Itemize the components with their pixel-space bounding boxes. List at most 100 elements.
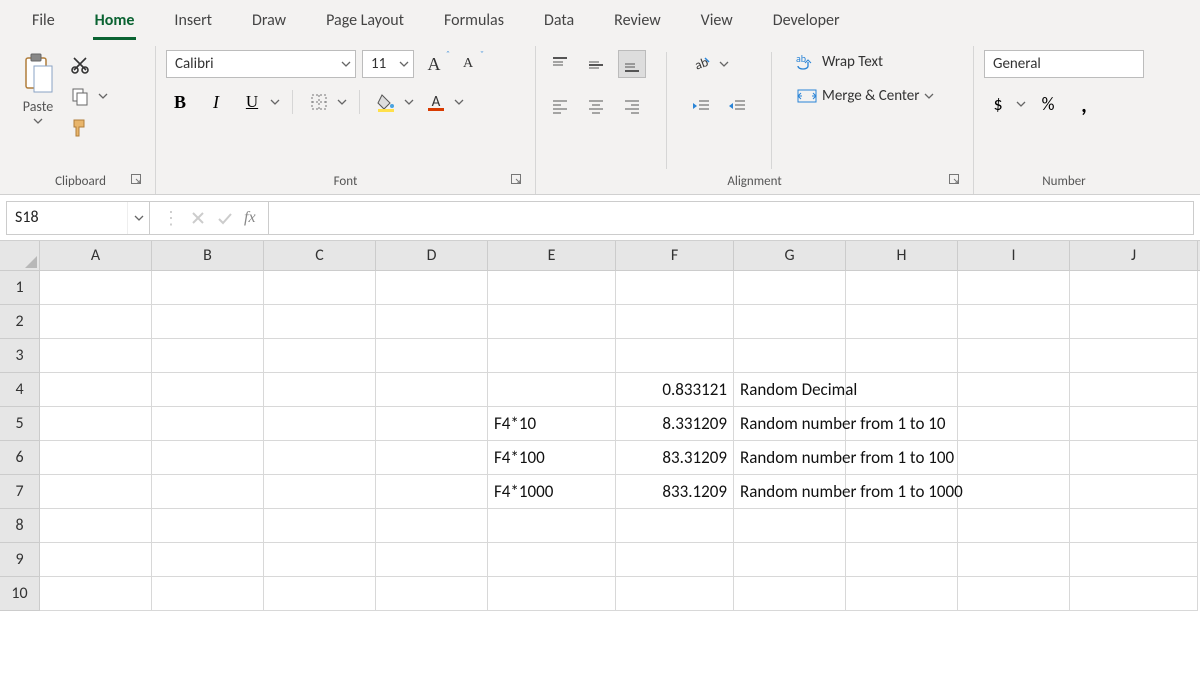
col-header-C[interactable]: C — [264, 241, 376, 270]
col-header-B[interactable]: B — [152, 241, 264, 270]
dialog-launcher-icon[interactable] — [949, 174, 963, 188]
align-top-button[interactable] — [546, 50, 574, 78]
cell-F6[interactable]: 83.31209 — [616, 441, 734, 475]
cell[interactable] — [488, 543, 616, 577]
underline-button[interactable]: U — [238, 88, 266, 116]
comma-format-button[interactable]: , — [1070, 90, 1098, 118]
cell-F7[interactable]: 833.1209 — [616, 475, 734, 509]
number-format-select[interactable]: General — [984, 50, 1144, 78]
cell[interactable] — [846, 373, 958, 407]
col-header-E[interactable]: E — [488, 241, 616, 270]
cell-E7[interactable]: F4*1000 — [488, 475, 616, 509]
cell[interactable] — [1070, 271, 1198, 305]
cell-G5[interactable]: Random number from 1 to 10 — [734, 407, 846, 441]
cell[interactable] — [958, 577, 1070, 611]
row-header-4[interactable]: 4 — [0, 373, 40, 407]
row-header-1[interactable]: 1 — [0, 271, 40, 305]
cell[interactable] — [152, 441, 264, 475]
dialog-launcher-icon[interactable] — [511, 174, 525, 188]
cell[interactable] — [958, 509, 1070, 543]
row-header-8[interactable]: 8 — [0, 509, 40, 543]
cell[interactable] — [264, 543, 376, 577]
cell[interactable] — [488, 509, 616, 543]
enter-icon[interactable] — [216, 210, 234, 226]
chevron-down-icon[interactable] — [454, 98, 464, 106]
tab-draw[interactable]: Draw — [232, 3, 306, 40]
increase-font-button[interactable]: Aˆ — [420, 50, 448, 78]
cell[interactable] — [40, 543, 152, 577]
tab-view[interactable]: View — [681, 3, 753, 40]
tab-page-layout[interactable]: Page Layout — [306, 3, 424, 40]
cell[interactable] — [616, 305, 734, 339]
col-header-A[interactable]: A — [40, 241, 152, 270]
cell[interactable] — [1070, 543, 1198, 577]
cell[interactable] — [488, 271, 616, 305]
cell[interactable] — [488, 339, 616, 373]
chevron-down-icon[interactable] — [404, 98, 414, 106]
cell[interactable] — [1070, 373, 1198, 407]
cell[interactable] — [152, 543, 264, 577]
cell[interactable] — [958, 271, 1070, 305]
italic-button[interactable]: I — [202, 88, 230, 116]
cell[interactable] — [958, 407, 1070, 441]
tab-developer[interactable]: Developer — [753, 3, 860, 40]
cell[interactable] — [1070, 305, 1198, 339]
col-header-G[interactable]: G — [734, 241, 846, 270]
cell-G6[interactable]: Random number from 1 to 100 — [734, 441, 846, 475]
tab-review[interactable]: Review — [594, 3, 681, 40]
row-header-3[interactable]: 3 — [0, 339, 40, 373]
cell[interactable] — [734, 577, 846, 611]
cell[interactable] — [846, 509, 958, 543]
cell[interactable] — [264, 305, 376, 339]
cell[interactable] — [40, 509, 152, 543]
cancel-icon[interactable] — [190, 210, 206, 226]
cell[interactable] — [264, 271, 376, 305]
cell[interactable] — [376, 407, 488, 441]
row-header-6[interactable]: 6 — [0, 441, 40, 475]
cell[interactable] — [734, 271, 846, 305]
cell[interactable] — [616, 509, 734, 543]
tab-insert[interactable]: Insert — [154, 3, 232, 40]
cell[interactable] — [958, 339, 1070, 373]
accounting-format-button[interactable]: $ — [984, 90, 1012, 118]
decrease-indent-button[interactable] — [687, 92, 715, 120]
chevron-down-icon[interactable] — [337, 98, 347, 106]
fill-color-button[interactable] — [372, 88, 400, 116]
cell[interactable] — [376, 339, 488, 373]
col-header-D[interactable]: D — [376, 241, 488, 270]
tab-file[interactable]: File — [12, 3, 75, 40]
row-header-5[interactable]: 5 — [0, 407, 40, 441]
cell[interactable] — [264, 373, 376, 407]
fx-button[interactable]: fx — [244, 209, 256, 227]
cell-F5[interactable]: 8.331209 — [616, 407, 734, 441]
cell[interactable] — [152, 407, 264, 441]
cell[interactable] — [846, 577, 958, 611]
cell[interactable] — [734, 543, 846, 577]
font-color-button[interactable]: A — [422, 88, 450, 116]
cell[interactable] — [846, 339, 958, 373]
col-header-F[interactable]: F — [616, 241, 734, 270]
cell[interactable] — [376, 271, 488, 305]
cell[interactable] — [152, 577, 264, 611]
cell[interactable] — [1070, 339, 1198, 373]
cell[interactable] — [40, 441, 152, 475]
chevron-down-icon[interactable] — [1016, 100, 1026, 108]
cell[interactable] — [734, 509, 846, 543]
paste-button[interactable]: Paste — [16, 50, 60, 127]
cell[interactable] — [264, 339, 376, 373]
cell[interactable] — [40, 305, 152, 339]
cell[interactable] — [376, 441, 488, 475]
cell-E5[interactable]: F4*10 — [488, 407, 616, 441]
cell[interactable] — [152, 339, 264, 373]
font-size-select[interactable]: 11 — [362, 50, 414, 78]
cell[interactable] — [376, 509, 488, 543]
row-header-9[interactable]: 9 — [0, 543, 40, 577]
formula-bar[interactable] — [269, 201, 1194, 235]
cell[interactable] — [1070, 509, 1198, 543]
select-all-corner[interactable] — [0, 241, 40, 270]
cell[interactable] — [846, 543, 958, 577]
cell[interactable] — [958, 543, 1070, 577]
cell[interactable] — [616, 543, 734, 577]
align-left-button[interactable] — [546, 92, 574, 120]
borders-button[interactable] — [305, 88, 333, 116]
